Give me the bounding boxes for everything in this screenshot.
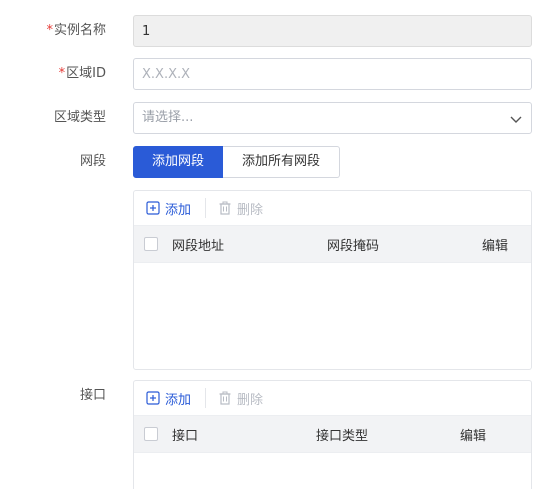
segment-delete-button[interactable]: 删除: [218, 199, 263, 218]
interface-table-header: 接口 接口类型 编辑: [134, 415, 531, 453]
toolbar-divider: [205, 198, 207, 218]
segment-button-group: 添加网段 添加所有网段: [133, 146, 340, 178]
region-type-select[interactable]: 请选择...: [133, 102, 532, 134]
segment-table-header: 网段地址 网段掩码 编辑: [134, 225, 531, 263]
interface-delete-button[interactable]: 删除: [218, 389, 263, 408]
column-header: 接口类型: [316, 428, 369, 444]
plus-square-icon: [146, 201, 160, 215]
column-header: 接口: [172, 428, 199, 444]
add-all-segments-button[interactable]: 添加所有网段: [223, 146, 340, 178]
column-header: 编辑: [460, 428, 487, 444]
region-form: *实例名称 *区域ID 区域类型 请选择... 网段 添加网段 添加所: [0, 0, 557, 489]
column-header: 编辑: [482, 238, 509, 254]
column-header: 网段地址: [172, 238, 225, 254]
column-header: 网段掩码: [327, 238, 380, 254]
region-id-label: *区域ID: [59, 58, 106, 90]
select-all-checkbox[interactable]: [144, 237, 158, 251]
segment-label: 网段: [79, 154, 106, 169]
interface-delete-label: 删除: [237, 392, 264, 408]
segment-add-label: 添加: [165, 202, 192, 218]
interface-table-panel: 添加 删除 接口 接口类型 编辑: [133, 380, 532, 489]
region-id-input[interactable]: [133, 58, 532, 90]
add-segment-button[interactable]: 添加网段: [133, 146, 223, 178]
select-all-checkbox[interactable]: [144, 427, 158, 441]
toolbar-divider: [205, 388, 207, 408]
interface-add-button[interactable]: 添加: [146, 389, 191, 408]
segment-table-panel: 添加 删除 网段地址 网段掩码 编辑: [133, 190, 532, 370]
interface-label: 接口: [79, 388, 106, 403]
region-type-row: 区域类型 请选择...: [0, 102, 557, 134]
plus-square-icon: [146, 391, 160, 405]
instance-name-label-text: 实例名称: [53, 23, 106, 38]
instance-name-label: *实例名称: [46, 15, 106, 47]
segment-toolbar: 添加 删除: [134, 191, 531, 225]
trash-icon: [219, 391, 231, 405]
interface-toolbar: 添加 删除: [134, 381, 531, 415]
region-type-placeholder: 请选择...: [142, 110, 194, 125]
interface-add-label: 添加: [165, 392, 192, 408]
chevron-down-icon: [510, 116, 522, 123]
region-id-label-text: 区域ID: [66, 66, 106, 81]
region-id-row: *区域ID: [0, 58, 557, 90]
instance-name-input[interactable]: [133, 15, 532, 47]
segment-table-body: [134, 263, 531, 369]
segment-row: 网段 添加网段 添加所有网段: [0, 146, 557, 178]
segment-add-button[interactable]: 添加: [146, 199, 191, 218]
required-mark: *: [46, 23, 53, 38]
instance-name-row: *实例名称: [0, 15, 557, 47]
trash-icon: [219, 201, 231, 215]
required-mark: *: [58, 66, 66, 81]
region-type-label: 区域类型: [53, 110, 106, 125]
segment-delete-label: 删除: [237, 202, 264, 218]
